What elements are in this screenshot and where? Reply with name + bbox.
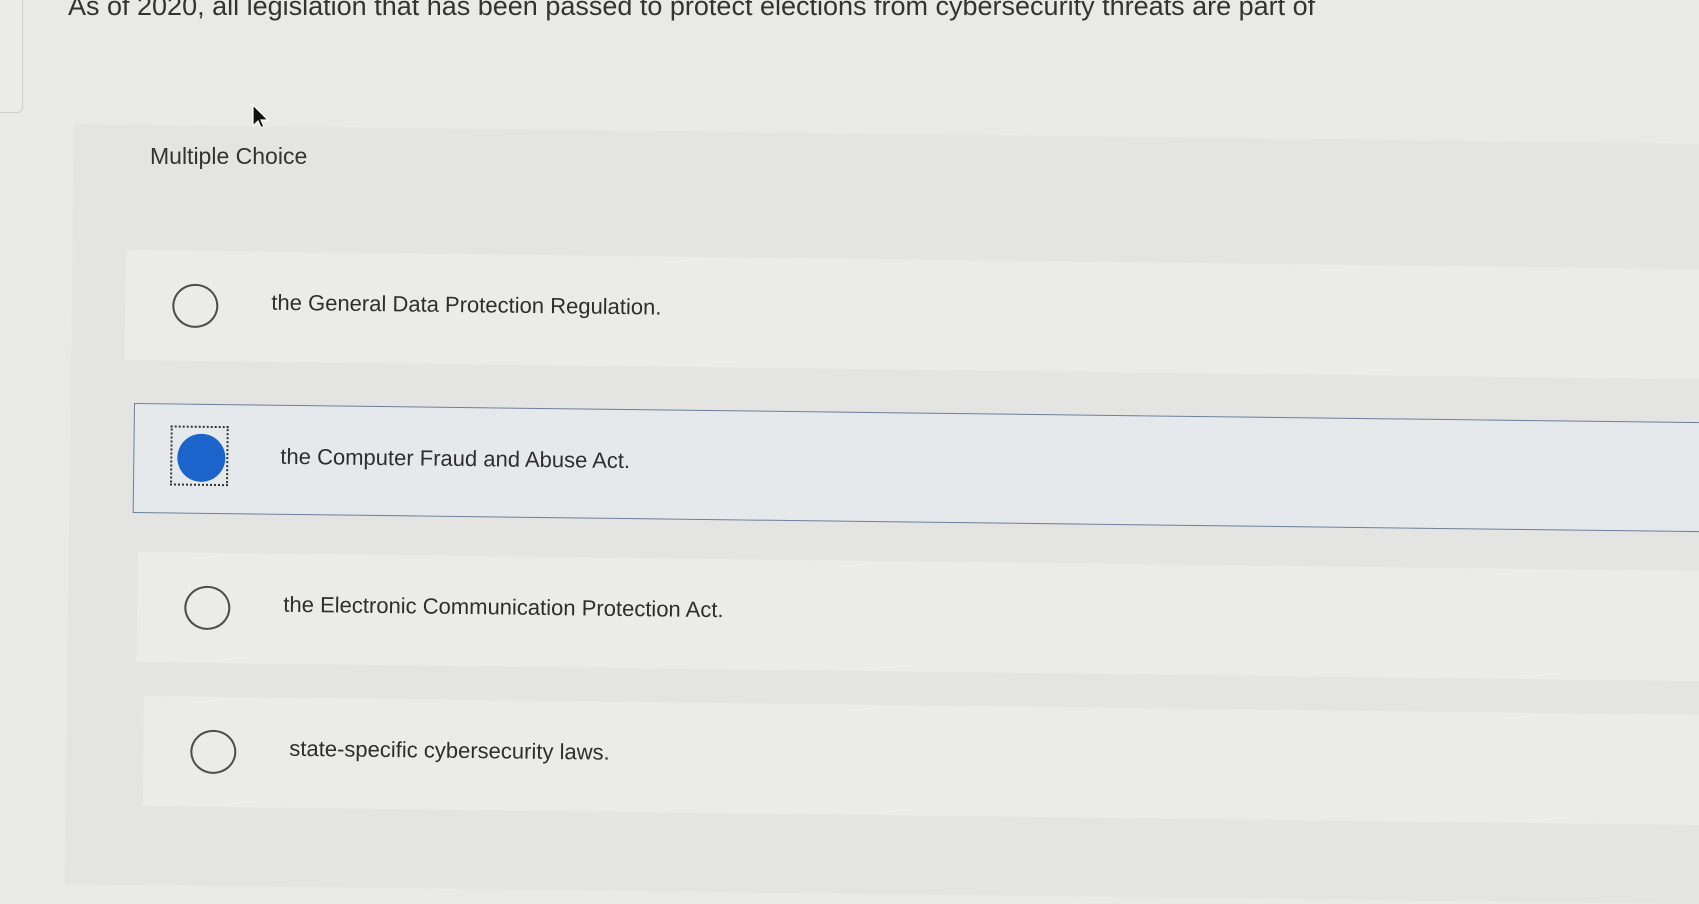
radio-button[interactable] bbox=[172, 283, 219, 329]
radio-button[interactable] bbox=[184, 585, 231, 631]
window-edge bbox=[0, 0, 23, 113]
option-label: the Electronic Communication Protection … bbox=[283, 591, 724, 623]
option-label: the Computer Fraud and Abuse Act. bbox=[280, 443, 631, 474]
option-label: the General Data Protection Regulation. bbox=[271, 289, 662, 320]
radio-button[interactable] bbox=[190, 729, 237, 775]
answer-option-1[interactable]: the General Data Protection Regulation. bbox=[124, 250, 1699, 380]
question-type-label: Multiple Choice bbox=[150, 143, 308, 169]
question-text: As of 2020, all legislation that has bee… bbox=[68, 0, 1316, 21]
answer-option-4[interactable]: state-specific cybersecurity laws. bbox=[142, 696, 1699, 826]
answer-option-2[interactable]: the Computer Fraud and Abuse Act. bbox=[132, 403, 1699, 533]
option-label: state-specific cybersecurity laws. bbox=[289, 735, 610, 765]
answer-option-3[interactable]: the Electronic Communication Protection … bbox=[136, 552, 1699, 682]
